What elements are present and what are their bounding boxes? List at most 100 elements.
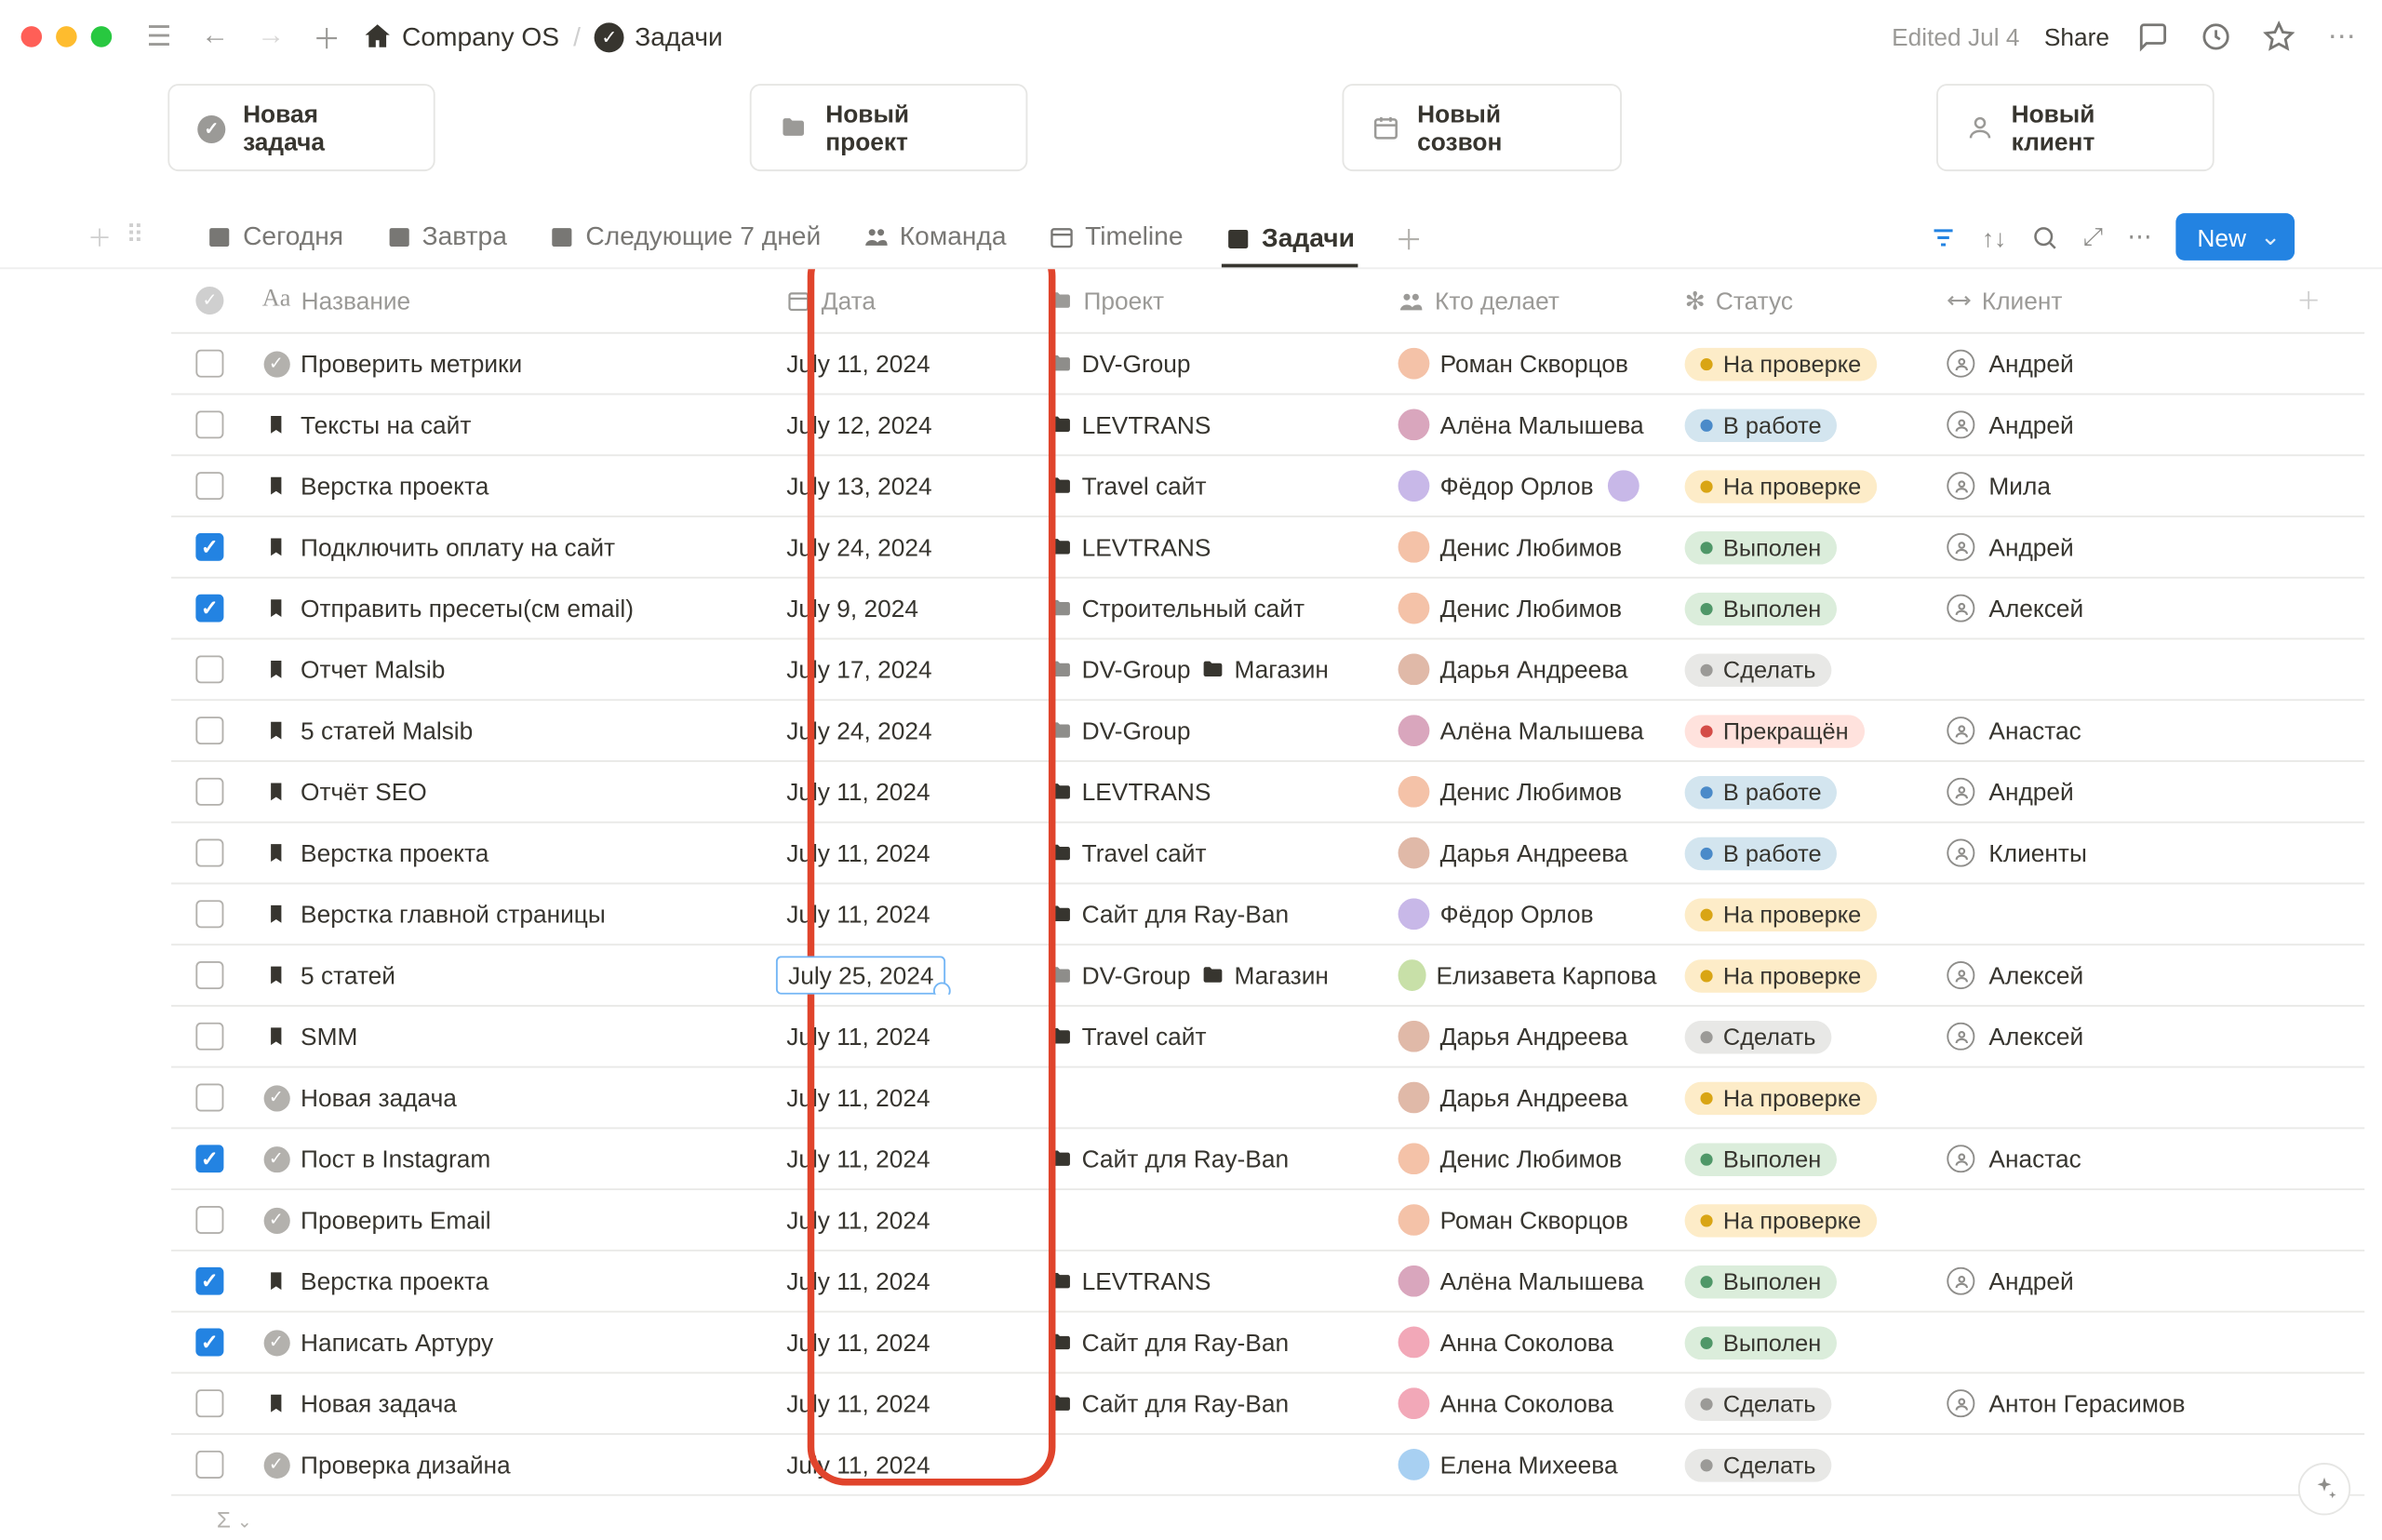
cell-project[interactable]: DV-Group Магазин: [1035, 655, 1385, 683]
cell-status[interactable]: Сделать: [1671, 1020, 1934, 1053]
cell-who[interactable]: Елизавета Карпова: [1385, 959, 1671, 991]
hdr-who[interactable]: Кто делает: [1385, 287, 1671, 315]
table-row[interactable]: ✓Пост в InstagramJuly 11, 2024Сайт для R…: [171, 1129, 2364, 1190]
cell-who[interactable]: Дарья Андреева: [1385, 1082, 1671, 1114]
hdr-name[interactable]: Aa Название: [248, 287, 772, 315]
cell-who[interactable]: Денис Любимов: [1385, 593, 1671, 624]
row-checkbox[interactable]: [195, 778, 223, 806]
cell-client[interactable]: Анастас: [1933, 716, 2282, 744]
add-view-icon[interactable]: ＋: [1389, 218, 1427, 256]
client-tag[interactable]: Андрей: [1947, 410, 2073, 438]
cell-who[interactable]: Денис Любимов: [1385, 776, 1671, 808]
cell-name[interactable]: 5 статей Malsib: [248, 716, 772, 744]
cell-name[interactable]: Верстка главной страницы: [248, 900, 772, 928]
view-tab-Следующие 7 дней[interactable]: Следующие 7 дней: [545, 215, 824, 259]
cell-status[interactable]: Выполен: [1671, 1326, 1934, 1359]
quick-action-3[interactable]: Новый клиент: [1936, 84, 2215, 171]
row-checkbox[interactable]: [195, 595, 223, 623]
cell-date[interactable]: July 11, 2024: [772, 1267, 1035, 1295]
project-tag[interactable]: Строительный сайт: [1049, 595, 1305, 623]
cell-status[interactable]: На проверке: [1671, 958, 1934, 992]
cell-project[interactable]: LEVTRANS: [1035, 1267, 1385, 1295]
cell-who[interactable]: Алёна Малышева: [1385, 409, 1671, 441]
cell-name[interactable]: SMM: [248, 1023, 772, 1051]
client-tag[interactable]: Алексей: [1947, 1023, 2083, 1051]
cell-name[interactable]: Верстка проекта: [248, 1267, 772, 1295]
project-tag[interactable]: LEVTRANS: [1049, 778, 1211, 806]
cell-project[interactable]: LEVTRANS: [1035, 778, 1385, 806]
row-checkbox[interactable]: [195, 961, 223, 989]
cell-who[interactable]: Фёдор Орлов: [1385, 898, 1671, 930]
cell-status[interactable]: Сделать: [1671, 1448, 1934, 1481]
expand-icon[interactable]: ⤢: [2083, 222, 2103, 252]
sidebar-toggle-icon[interactable]: ☰: [140, 18, 178, 56]
view-tab-Команда[interactable]: Команда: [860, 215, 1010, 259]
table-row[interactable]: ✓Новая задачаJuly 11, 2024Дарья Андреева…: [171, 1068, 2364, 1130]
cell-client[interactable]: Алексей: [1933, 961, 2282, 989]
project-tag[interactable]: LEVTRANS: [1049, 1267, 1211, 1295]
cell-status[interactable]: Прекращён: [1671, 714, 1934, 747]
hdr-add-column[interactable]: ＋: [2282, 283, 2335, 318]
client-tag[interactable]: Анастас: [1947, 1145, 2081, 1172]
client-tag[interactable]: Андрей: [1947, 778, 2073, 806]
cell-name[interactable]: Верстка проекта: [248, 472, 772, 500]
cell-date[interactable]: July 11, 2024: [772, 1145, 1035, 1172]
client-tag[interactable]: Антон Герасимов: [1947, 1389, 2185, 1417]
cell-status[interactable]: Сделать: [1671, 1386, 1934, 1420]
row-checkbox[interactable]: [195, 350, 223, 378]
search-icon[interactable]: [2031, 222, 2059, 250]
table-row[interactable]: Верстка проектаJuly 13, 2024Travel сайт …: [171, 456, 2364, 517]
cell-name[interactable]: Подключить оплату на сайт: [248, 533, 772, 561]
cell-status[interactable]: Выполен: [1671, 592, 1934, 625]
cell-status[interactable]: На проверке: [1671, 347, 1934, 381]
view-tab-Завтра[interactable]: Завтра: [381, 215, 510, 259]
share-button[interactable]: Share: [2044, 22, 2109, 50]
cell-date[interactable]: July 11, 2024: [772, 1206, 1035, 1234]
cell-project[interactable]: DV-Group Магазин: [1035, 961, 1385, 989]
cell-who[interactable]: Дарья Андреева: [1385, 653, 1671, 685]
cell-client[interactable]: Андрей: [1933, 410, 2282, 438]
cell-who[interactable]: Денис Любимов: [1385, 1143, 1671, 1174]
back-icon[interactable]: ←: [195, 18, 234, 56]
cell-who[interactable]: Алёна Малышева: [1385, 1265, 1671, 1297]
row-checkbox[interactable]: [195, 410, 223, 438]
view-tab-Задачи[interactable]: Задачи: [1222, 216, 1358, 266]
cell-project[interactable]: Строительный сайт: [1035, 595, 1385, 623]
table-row[interactable]: Отчёт SEOJuly 11, 2024LEVTRANS Денис Люб…: [171, 762, 2364, 824]
row-checkbox[interactable]: [195, 1145, 223, 1172]
cell-date[interactable]: July 25, 2024: [772, 956, 1035, 994]
hdr-project[interactable]: Проект: [1035, 287, 1385, 315]
more-icon[interactable]: ⋯: [2322, 18, 2361, 56]
row-checkbox[interactable]: [195, 1328, 223, 1356]
cell-date[interactable]: July 11, 2024: [772, 1451, 1035, 1479]
project-tag[interactable]: DV-Group: [1049, 961, 1191, 989]
table-row[interactable]: Отправить пресеты(см email)July 9, 2024С…: [171, 579, 2364, 640]
cell-name[interactable]: Отчет Malsib: [248, 655, 772, 683]
project-tag[interactable]: Сайт для Ray-Ban: [1049, 1145, 1289, 1172]
cell-date[interactable]: July 11, 2024: [772, 1328, 1035, 1356]
table-row[interactable]: Отчет MalsibJuly 17, 2024DV-Group Магази…: [171, 639, 2364, 701]
cell-date[interactable]: July 13, 2024: [772, 472, 1035, 500]
cell-date[interactable]: July 12, 2024: [772, 410, 1035, 438]
cell-client[interactable]: Андрей: [1933, 533, 2282, 561]
cell-name[interactable]: Новая задача: [248, 1389, 772, 1417]
cell-date[interactable]: July 9, 2024: [772, 595, 1035, 623]
cell-status[interactable]: На проверке: [1671, 1203, 1934, 1237]
row-checkbox[interactable]: [195, 1389, 223, 1417]
quick-action-1[interactable]: Новый проект: [750, 84, 1027, 171]
cell-date[interactable]: July 11, 2024: [772, 1389, 1035, 1417]
cell-name[interactable]: Отчёт SEO: [248, 778, 772, 806]
quick-action-0[interactable]: ✓Новая задача: [167, 84, 435, 171]
cell-status[interactable]: Выполен: [1671, 530, 1934, 564]
row-checkbox[interactable]: [195, 1267, 223, 1295]
forward-icon[interactable]: →: [251, 18, 289, 56]
client-tag[interactable]: Андрей: [1947, 533, 2073, 561]
client-tag[interactable]: Клиенты: [1947, 839, 2087, 867]
row-checkbox[interactable]: [195, 1023, 223, 1051]
table-row[interactable]: Верстка главной страницыJuly 11, 2024Сай…: [171, 884, 2364, 945]
cell-status[interactable]: Выполен: [1671, 1142, 1934, 1175]
cell-client[interactable]: Андрей: [1933, 350, 2282, 378]
row-checkbox[interactable]: [195, 1206, 223, 1234]
cell-project[interactable]: Сайт для Ray-Ban: [1035, 1145, 1385, 1172]
row-checkbox[interactable]: [195, 472, 223, 500]
